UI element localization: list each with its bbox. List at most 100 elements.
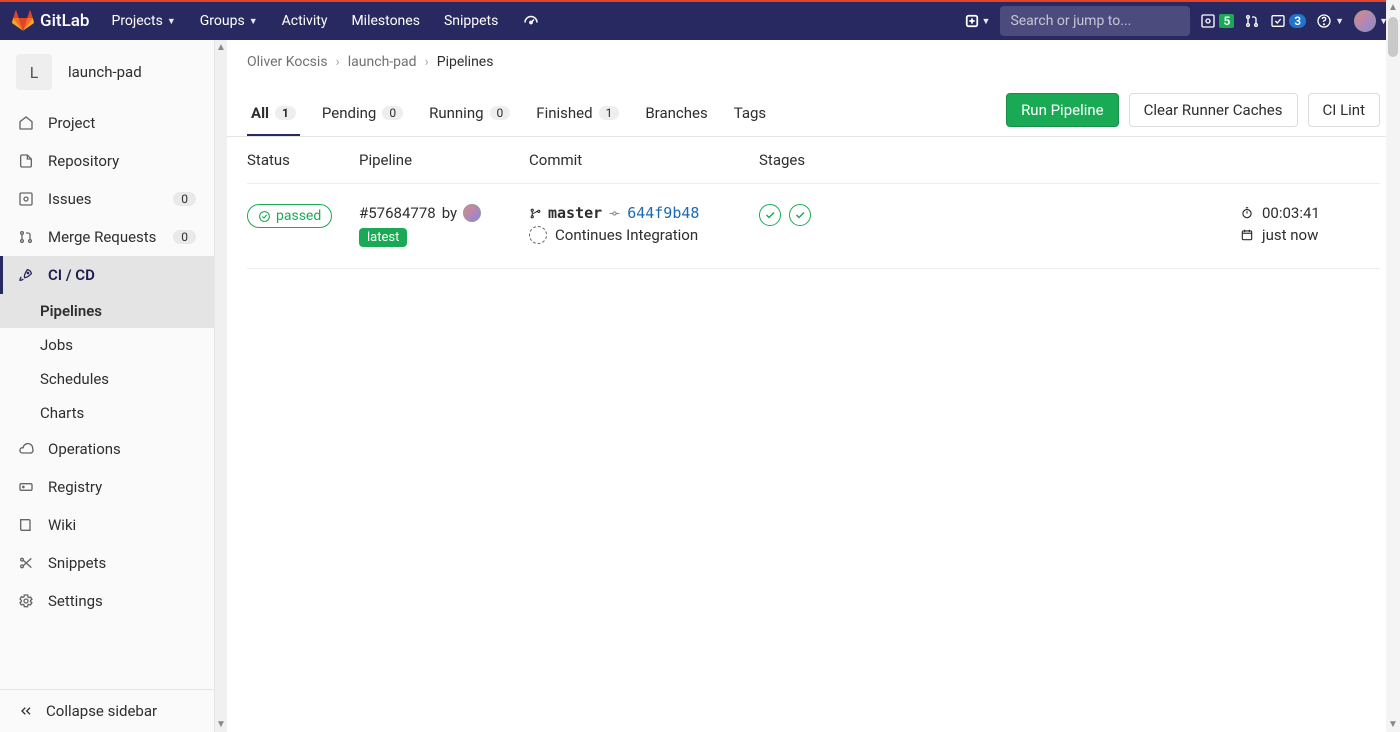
collapse-label: Collapse sidebar	[46, 702, 157, 720]
scroll-down-icon[interactable]: ▼	[1386, 717, 1400, 732]
stage-passed-icon[interactable]	[789, 204, 811, 226]
nav-snippets[interactable]: Snippets	[434, 7, 508, 35]
issues-count-badge: 5	[1219, 14, 1234, 28]
nav-help[interactable]: ▼	[1316, 13, 1344, 29]
sidebar-scrollbar[interactable]: ▲ ▼	[215, 40, 227, 732]
sidebar-item-label: Issues	[48, 190, 92, 208]
nav-right: ▼ 5 3 ▼ ▼	[965, 6, 1388, 36]
sidebar-item-merge-requests[interactable]: Merge Requests 0	[0, 218, 214, 256]
brand-name: GitLab	[40, 11, 89, 31]
main-content: Oliver Kocsis › launch-pad › Pipelines A…	[227, 40, 1400, 732]
tab-finished[interactable]: Finished1	[532, 92, 623, 136]
sidebar-item-issues[interactable]: Issues 0	[0, 180, 214, 218]
brand-logo[interactable]: GitLab	[12, 10, 89, 32]
nav-gauge-icon[interactable]	[512, 6, 550, 36]
tab-count: 0	[382, 106, 403, 120]
branch-name[interactable]: master	[548, 204, 602, 222]
nav-groups[interactable]: Groups ▼	[190, 7, 268, 35]
todos-count-badge: 3	[1289, 14, 1306, 28]
sidebar-item-label: Project	[48, 114, 95, 132]
sidebar-sub-jobs[interactable]: Jobs	[0, 328, 214, 362]
status-text: passed	[276, 208, 321, 224]
top-navbar: GitLab Projects▼ Groups ▼ Activity Milest…	[0, 0, 1400, 40]
sidebar-item-wiki[interactable]: Wiki	[0, 506, 214, 544]
scroll-thumb[interactable]	[1388, 17, 1398, 57]
nav-mr-shortcut[interactable]	[1244, 13, 1260, 29]
sidebar-item-project[interactable]: Project	[0, 104, 214, 142]
tab-label: Finished	[536, 104, 592, 122]
ci-lint-button[interactable]: CI Lint	[1308, 93, 1380, 127]
new-dropdown[interactable]: ▼	[965, 14, 991, 28]
crumb-project[interactable]: launch-pad	[348, 54, 417, 70]
finished-at-text: just now	[1262, 226, 1318, 244]
nav-activity[interactable]: Activity	[272, 7, 338, 35]
collapse-icon	[18, 703, 34, 719]
pipelines-table: Status Pipeline Commit Stages passed #57…	[227, 137, 1400, 269]
scroll-up-icon[interactable]: ▲	[216, 40, 226, 55]
crumb-owner[interactable]: Oliver Kocsis	[247, 54, 328, 70]
tab-count: 0	[490, 106, 511, 120]
col-status: Status	[247, 151, 359, 169]
sidebar-item-label: Wiki	[48, 516, 76, 534]
col-commit: Commit	[529, 151, 759, 169]
project-name: launch-pad	[68, 63, 142, 81]
scroll-down-icon[interactable]: ▼	[216, 717, 226, 732]
sidebar-item-settings[interactable]: Settings	[0, 582, 214, 620]
nav-milestones[interactable]: Milestones	[341, 7, 430, 35]
tab-branches[interactable]: Branches	[641, 92, 711, 136]
sidebar-item-label: Repository	[48, 152, 119, 170]
project-sidebar: L launch-pad Project Repository Issues 0…	[0, 40, 215, 732]
tab-label: Running	[429, 104, 483, 122]
col-stages: Stages	[759, 151, 1240, 169]
duration-text: 00:03:41	[1262, 204, 1320, 222]
commit-sha[interactable]: 644f9b48	[627, 204, 699, 222]
sidebar-sub-charts[interactable]: Charts	[0, 396, 214, 430]
gear-icon	[18, 593, 34, 609]
project-header[interactable]: L launch-pad	[0, 40, 214, 104]
file-icon	[18, 153, 34, 169]
by-label: by	[442, 204, 457, 222]
commit-message[interactable]: Continues Integration	[555, 226, 698, 244]
tab-count: 1	[275, 106, 296, 120]
status-badge[interactable]: passed	[247, 204, 332, 228]
sidebar-item-repository[interactable]: Repository	[0, 142, 214, 180]
page-scrollbar[interactable]: ▲ ▼	[1386, 0, 1400, 732]
issues-count: 0	[173, 192, 196, 206]
chevron-down-icon: ▼	[1335, 16, 1344, 27]
global-search[interactable]	[1000, 6, 1190, 36]
user-menu[interactable]: ▼	[1354, 10, 1388, 32]
tab-all[interactable]: All1	[247, 92, 300, 136]
sidebar-item-label: Merge Requests	[48, 228, 156, 246]
sidebar-item-operations[interactable]: Operations	[0, 430, 214, 468]
sidebar-sub-schedules[interactable]: Schedules	[0, 362, 214, 396]
author-avatar[interactable]	[463, 204, 481, 222]
sidebar-sub-pipelines[interactable]: Pipelines	[0, 294, 214, 328]
tab-running[interactable]: Running 0	[425, 92, 514, 136]
breadcrumb: Oliver Kocsis › launch-pad › Pipelines	[227, 40, 1400, 84]
search-input[interactable]	[1010, 13, 1188, 29]
stage-passed-icon[interactable]	[759, 204, 781, 226]
collapse-sidebar[interactable]: Collapse sidebar	[0, 689, 214, 732]
sidebar-item-label: Operations	[48, 440, 121, 458]
tab-pending[interactable]: Pending0	[318, 92, 407, 136]
clear-runner-caches-button[interactable]: Clear Runner Caches	[1129, 93, 1298, 127]
nav-todos[interactable]: 3	[1270, 13, 1306, 29]
scroll-up-icon[interactable]: ▲	[1386, 0, 1400, 15]
tanuki-icon	[12, 10, 34, 32]
nav-groups-label: Groups	[200, 13, 245, 29]
chevron-down-icon: ▼	[167, 16, 176, 27]
nav-issues-shortcut[interactable]: 5	[1200, 13, 1234, 29]
nav-projects[interactable]: Projects▼	[101, 7, 185, 35]
chevron-down-icon: ▼	[249, 16, 258, 27]
sidebar-item-snippets[interactable]: Snippets	[0, 544, 214, 582]
sidebar-item-registry[interactable]: Registry	[0, 468, 214, 506]
disk-icon	[18, 479, 34, 495]
run-pipeline-button[interactable]: Run Pipeline	[1006, 93, 1119, 127]
pipeline-id[interactable]: #57684778	[359, 204, 436, 222]
sidebar-item-cicd[interactable]: CI / CD	[0, 256, 214, 294]
commit-avatar-icon	[529, 226, 547, 244]
rocket-icon	[18, 267, 34, 283]
calendar-icon	[1240, 228, 1254, 242]
sidebar-item-label: Registry	[48, 478, 102, 496]
tab-tags[interactable]: Tags	[730, 92, 770, 136]
